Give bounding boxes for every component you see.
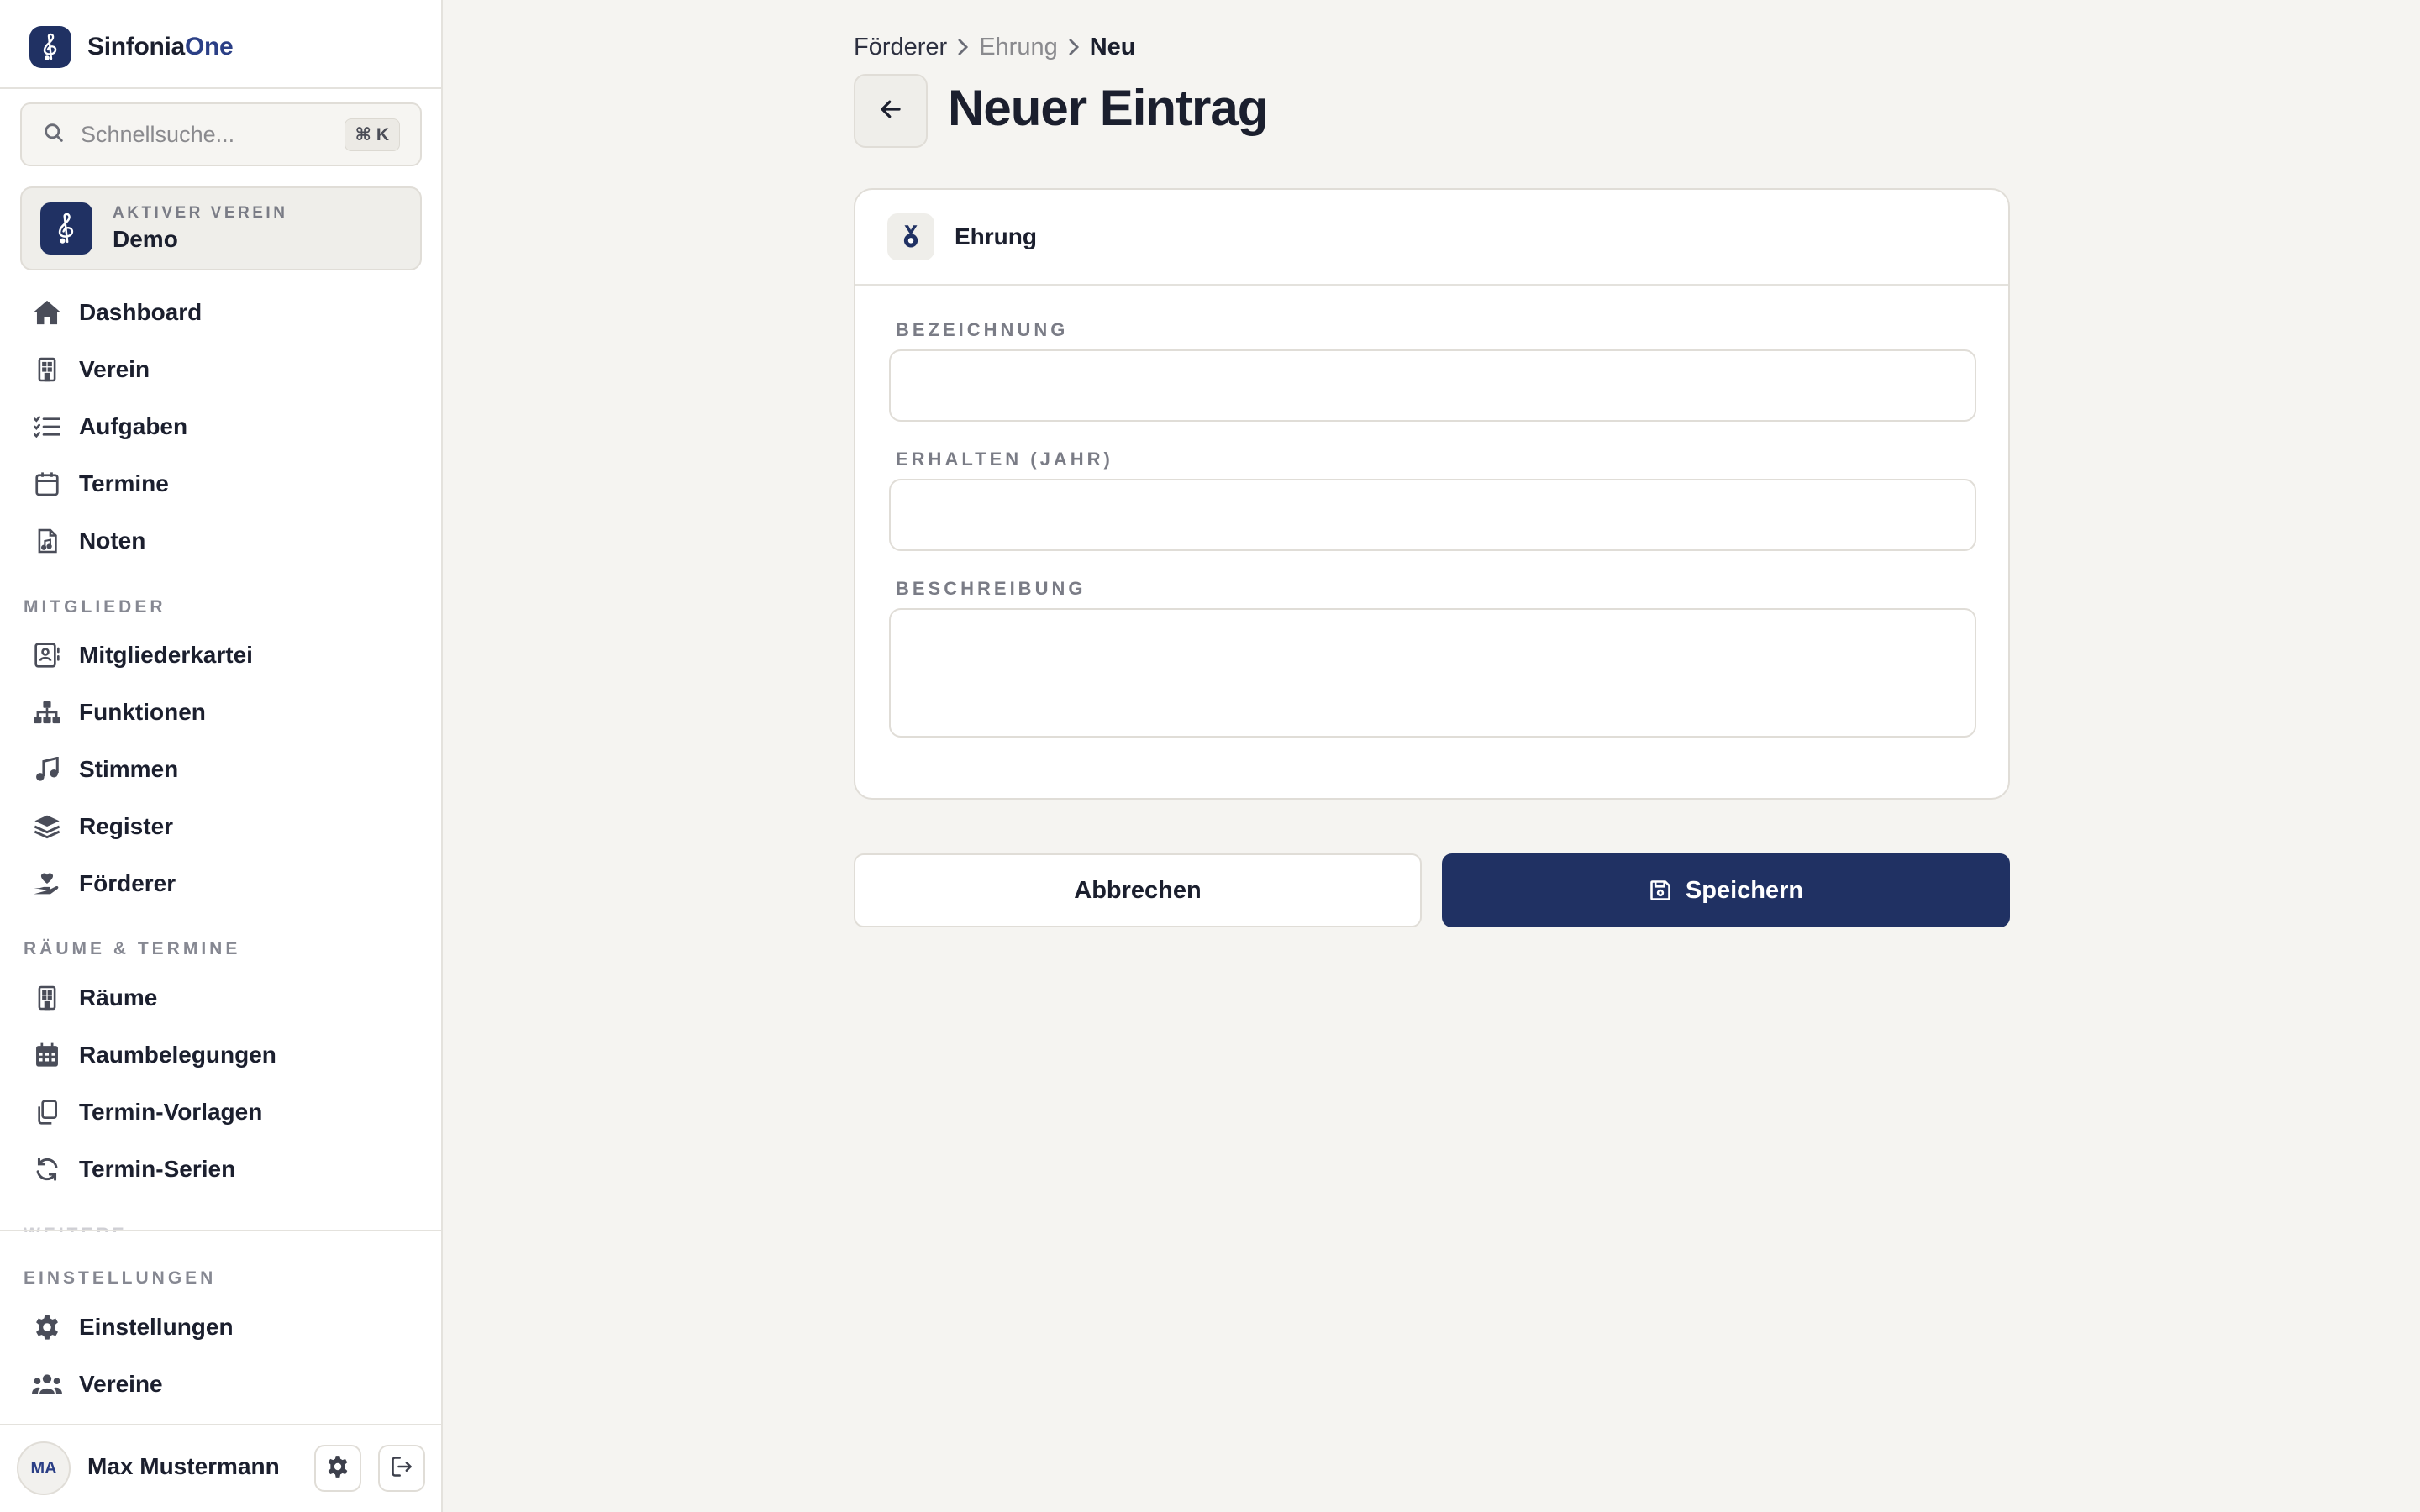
- back-button[interactable]: [854, 74, 928, 148]
- layers-icon: [30, 810, 64, 843]
- treble-clef-icon: [40, 202, 92, 255]
- chevron-right-icon: [957, 38, 969, 56]
- shortcut-badge: ⌘ K: [344, 118, 400, 151]
- breadcrumb-item-foerderer[interactable]: Förderer: [854, 34, 947, 61]
- sidebar-item-noten[interactable]: Noten: [30, 520, 417, 562]
- gear-icon: [30, 1310, 64, 1344]
- task-list-icon: [30, 410, 64, 444]
- refresh-icon: [30, 1152, 64, 1186]
- sidebar-item-foerderer[interactable]: Förderer: [30, 863, 417, 905]
- user-name: Max Mustermann: [87, 1453, 280, 1479]
- sidebar-item-aufgaben[interactable]: Aufgaben: [30, 406, 417, 448]
- contact-card-icon: [30, 638, 64, 672]
- chevron-right-icon: [1068, 38, 1080, 56]
- card-title: Ehrung: [955, 223, 1037, 249]
- sidebar-item-label: Funktionen: [79, 699, 206, 725]
- calendar-grid-icon: [30, 1038, 64, 1072]
- medal-icon: [887, 213, 934, 260]
- page-title: Neuer Eintrag: [948, 80, 1268, 136]
- sidebar-item-label: Einstellungen: [79, 1314, 234, 1340]
- sidebar-item-label: Förderer: [79, 870, 176, 896]
- active-club-switcher[interactable]: AKTIVER VEREIN Demo: [20, 186, 422, 270]
- cancel-button[interactable]: Abbrechen: [854, 853, 1422, 927]
- sidebar-item-termine[interactable]: Termine: [30, 463, 417, 505]
- section-label-raeume-termine: RÄUME & TERMINE: [24, 939, 241, 958]
- copy-icon: [30, 1095, 64, 1129]
- sidebar-item-label: Vereine: [79, 1371, 163, 1397]
- field-label-erhalten-jahr: ERHALTEN (JAHR): [896, 449, 1113, 470]
- sidebar-item-label: Raumbelegungen: [79, 1042, 276, 1068]
- org-chart-icon: [30, 696, 64, 729]
- active-club-label: AKTIVER VEREIN: [113, 204, 288, 222]
- user-settings-button[interactable]: [314, 1445, 361, 1492]
- brand-name: SinfoniaOne: [87, 33, 234, 60]
- sidebar-item-label: Dashboard: [79, 299, 203, 325]
- sidebar-item-dashboard[interactable]: Dashboard: [30, 291, 417, 333]
- logout-icon: [390, 1455, 413, 1483]
- home-icon: [30, 296, 64, 329]
- breadcrumb: Förderer Ehrung Neu: [854, 30, 1136, 64]
- sidebar-item-raumbelegungen[interactable]: Raumbelegungen: [30, 1034, 417, 1076]
- sidebar-item-label: Räume: [79, 984, 158, 1011]
- field-label-beschreibung: BESCHREIBUNG: [896, 578, 1086, 599]
- bezeichnung-input[interactable]: [889, 349, 1976, 422]
- sidebar-item-label: Termine: [79, 470, 169, 496]
- sidebar-item-label: Verein: [79, 356, 150, 382]
- section-label-einstellungen: EINSTELLUNGEN: [24, 1268, 217, 1288]
- sidebar-item-einstellungen[interactable]: Einstellungen: [30, 1306, 417, 1348]
- divider: [0, 1230, 441, 1231]
- users-icon: [30, 1368, 64, 1401]
- sidebar-item-label: Noten: [79, 528, 146, 554]
- building-icon: [30, 981, 64, 1015]
- calendar-icon: [30, 467, 64, 501]
- sidebar-item-verein[interactable]: Verein: [30, 349, 417, 391]
- treble-clef-icon: [29, 26, 71, 68]
- breadcrumb-item-ehrung[interactable]: Ehrung: [979, 34, 1058, 61]
- search-icon: [42, 121, 66, 149]
- sidebar-item-label: Aufgaben: [79, 413, 188, 439]
- arrow-left-icon: [878, 97, 903, 126]
- section-label-mitglieder: MITGLIEDER: [24, 597, 166, 617]
- sidebar-item-termin-vorlagen[interactable]: Termin-Vorlagen: [30, 1091, 417, 1133]
- divider: [0, 87, 441, 89]
- sidebar-item-vereine[interactable]: Vereine: [30, 1363, 417, 1405]
- sidebar: SinfoniaOne Schnellsuche... ⌘ K AKTIVER …: [0, 0, 443, 1512]
- avatar[interactable]: MA: [17, 1441, 71, 1495]
- floppy-disk-icon: [1649, 879, 1672, 902]
- sidebar-item-label: Termin-Vorlagen: [79, 1099, 263, 1125]
- logout-button[interactable]: [378, 1445, 425, 1492]
- search-placeholder: Schnellsuche...: [81, 121, 235, 147]
- field-label-bezeichnung: BEZEICHNUNG: [896, 319, 1069, 340]
- beschreibung-textarea[interactable]: [889, 608, 1976, 738]
- sidebar-item-funktionen[interactable]: Funktionen: [30, 691, 417, 733]
- sidebar-item-raeume[interactable]: Räume: [30, 977, 417, 1019]
- divider: [0, 1424, 441, 1425]
- form-card: Ehrung BEZEICHNUNG ERHALTEN (JAHR) BESCH…: [854, 188, 2010, 800]
- brand[interactable]: SinfoniaOne: [29, 26, 234, 68]
- sidebar-item-stimmen[interactable]: Stimmen: [30, 748, 417, 790]
- active-club-name: Demo: [113, 226, 178, 252]
- save-button[interactable]: Speichern: [1442, 853, 2010, 927]
- sidebar-item-label: Mitgliederkartei: [79, 642, 253, 668]
- music-note-icon: [30, 753, 64, 786]
- card-header: Ehrung: [855, 190, 2008, 286]
- sheet-music-file-icon: [30, 524, 64, 558]
- sidebar-item-register[interactable]: Register: [30, 806, 417, 848]
- building-icon: [30, 353, 64, 386]
- save-button-label: Speichern: [1685, 876, 1804, 904]
- erhalten-jahr-input[interactable]: [889, 479, 1976, 551]
- sidebar-item-label: Termin-Serien: [79, 1156, 236, 1182]
- sidebar-item-termin-serien[interactable]: Termin-Serien: [30, 1148, 417, 1190]
- hand-heart-icon: [30, 867, 64, 900]
- sidebar-item-label: Register: [79, 813, 174, 839]
- sidebar-item-mitgliederkartei[interactable]: Mitgliederkartei: [30, 634, 417, 676]
- sidebar-item-label: Stimmen: [79, 756, 179, 782]
- gear-icon: [326, 1455, 350, 1483]
- cancel-button-label: Abbrechen: [1074, 876, 1202, 904]
- breadcrumb-item-current: Neu: [1089, 33, 1136, 60]
- search-input[interactable]: Schnellsuche... ⌘ K: [20, 102, 422, 166]
